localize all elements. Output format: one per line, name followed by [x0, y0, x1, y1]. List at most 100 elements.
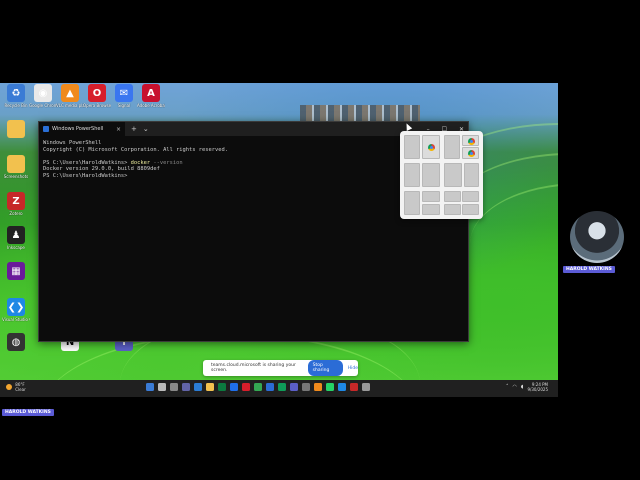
tab-dropdown-button[interactable]: ⌄	[143, 125, 149, 133]
desktop-icon-chrome[interactable]: ◉ Google Chrome	[29, 84, 57, 114]
taskbar-app-icon[interactable]	[326, 383, 334, 391]
snap-zone[interactable]	[404, 191, 420, 215]
snap-zone[interactable]	[404, 163, 420, 187]
vscode-icon: ❮❯	[7, 298, 25, 316]
desktop-icon-label: Inkscape	[7, 245, 25, 250]
desktop-icon-obs[interactable]: ◍	[2, 333, 30, 363]
terminal-prompt: PS C:\Users\HaroldWatkins>	[43, 159, 131, 166]
desktop-icon-folder-2[interactable]: Screenshots	[2, 155, 30, 185]
desktop-icon-label: Visual Studio Code	[2, 317, 30, 322]
chrome-icon	[468, 150, 475, 157]
desktop-icon-label: Signal	[117, 103, 131, 108]
taskbar-app-icon[interactable]	[254, 383, 262, 391]
weather-desc: Clear	[15, 387, 26, 392]
opera-icon: O	[88, 84, 106, 102]
snap-zone[interactable]	[462, 204, 479, 215]
signal-icon: ✉	[115, 84, 133, 102]
taskbar-app-icon[interactable]	[242, 383, 250, 391]
snap-zone[interactable]	[422, 163, 440, 187]
chrome-icon	[468, 138, 475, 145]
taskbar-app-icon[interactable]	[278, 383, 286, 391]
desktop-icon-label: Opera Browser	[83, 103, 111, 108]
screen-share-bar: teams.cloud.microsoft is sharing your sc…	[203, 360, 358, 376]
clock[interactable]: 9:24 PM 9/30/2025	[527, 382, 548, 392]
taskbar-app-icon[interactable]	[314, 383, 322, 391]
stop-sharing-button[interactable]: Stop sharing	[307, 360, 343, 376]
desktop-icon-zotero[interactable]: Z Zotero	[2, 192, 30, 222]
snap-zone[interactable]	[444, 191, 461, 202]
recycle-bin-icon: ♻	[7, 84, 25, 102]
tab-powershell[interactable]: Windows PowerShell ×	[39, 122, 125, 136]
taskbar-app-icon[interactable]	[218, 383, 226, 391]
snap-zone[interactable]	[422, 191, 440, 202]
snap-zone[interactable]	[444, 204, 461, 215]
chevron-up-icon[interactable]: ˄	[506, 384, 509, 390]
vlc-icon: ▲	[61, 84, 79, 102]
desktop-icon-recycle-bin[interactable]: ♻ Recycle Bin	[2, 84, 30, 114]
taskbar-app-icon[interactable]	[350, 383, 358, 391]
zotero-icon: Z	[7, 192, 25, 210]
new-tab-button[interactable]: +	[131, 125, 137, 133]
participant-avatar	[570, 211, 624, 263]
chrome-icon	[428, 144, 435, 151]
folder-1-icon	[7, 120, 25, 138]
snap-zone[interactable]	[444, 135, 460, 159]
desktop-icon-vlc[interactable]: ▲VLC media player	[56, 84, 84, 114]
desktop-icon-folder-1[interactable]	[2, 120, 30, 150]
snap-zone[interactable]	[462, 135, 479, 146]
desktop-icon-inkscape[interactable]: ♟ Inkscape	[2, 226, 30, 256]
taskbar-app-icon[interactable]	[230, 383, 238, 391]
taskbar-app-icon[interactable]	[266, 383, 274, 391]
snap-zone[interactable]	[422, 135, 440, 159]
snap-zone[interactable]	[462, 147, 479, 159]
snap-zone[interactable]	[464, 163, 479, 187]
participant-name-tag: HAROLD WATKINS	[563, 266, 615, 273]
taskbar-app-icon[interactable]	[182, 383, 190, 391]
desktop-icon-signal[interactable]: ✉ Signal	[110, 84, 138, 114]
tab-title: Windows PowerShell	[52, 126, 104, 132]
taskbar: 86°F Clear ˄ ◠ ◖ 9:24 PM 9/30/2025	[0, 380, 558, 397]
desktop-icon-label: Zotero	[9, 211, 23, 216]
inkscape-icon: ♟	[7, 226, 25, 244]
taskbar-app-icon[interactable]	[302, 383, 310, 391]
desktop-icon-label: Recycle Bin	[4, 103, 28, 108]
taskbar-app-icon[interactable]	[206, 383, 214, 391]
taskbar-app-icon[interactable]	[290, 383, 298, 391]
taskbar-app-icon[interactable]	[338, 383, 346, 391]
self-name-tag: HAROLD WATKINS	[2, 409, 54, 416]
taskbar-app-icon[interactable]	[362, 383, 370, 391]
desktop-icon-label: Screenshots	[3, 174, 29, 179]
snap-zone[interactable]	[404, 135, 420, 159]
terminal-parameter: --version	[150, 159, 183, 166]
tab-close-icon[interactable]: ×	[116, 126, 121, 133]
desktop-icon-label: VLC media player	[56, 103, 84, 108]
desktop-icon-label: Google Chrome	[29, 103, 57, 108]
hide-button[interactable]: Hide	[348, 366, 358, 371]
taskbar-app-icon[interactable]	[194, 383, 202, 391]
snap-zone[interactable]	[444, 163, 462, 187]
app-grid-icon: ▦	[7, 262, 25, 280]
chrome-icon: ◉	[34, 84, 52, 102]
desktop-icon-app-grid[interactable]: ▦	[2, 262, 30, 292]
snap-zone[interactable]	[462, 191, 479, 202]
desktop-icon-vscode[interactable]: ❮❯Visual Studio Code	[2, 298, 30, 328]
obs-icon: ◍	[7, 333, 25, 351]
taskbar-app-icon[interactable]	[146, 383, 154, 391]
acrobat-icon: A	[142, 84, 160, 102]
share-message: teams.cloud.microsoft is sharing your sc…	[211, 363, 296, 373]
volume-icon[interactable]: ◖	[521, 384, 524, 390]
terminal-command: docker	[130, 159, 151, 166]
sun-icon	[6, 384, 12, 390]
taskbar-app-icon[interactable]	[158, 383, 166, 391]
taskbar-app-icon[interactable]	[170, 383, 178, 391]
snap-layouts-flyout	[400, 131, 483, 219]
desktop-icon-label: Adobe Acrobat	[137, 103, 165, 108]
powershell-icon	[43, 126, 49, 132]
snap-zone[interactable]	[422, 204, 440, 215]
system-tray: ˄ ◠ ◖ 9:24 PM 9/30/2025	[506, 382, 548, 392]
weather-widget[interactable]: 86°F Clear	[6, 382, 26, 392]
folder-2-icon	[7, 155, 25, 173]
desktop-icon-acrobat[interactable]: A Adobe Acrobat	[137, 84, 165, 114]
desktop-icon-opera[interactable]: O Opera Browser	[83, 84, 111, 114]
network-icon[interactable]: ◠	[512, 384, 516, 390]
